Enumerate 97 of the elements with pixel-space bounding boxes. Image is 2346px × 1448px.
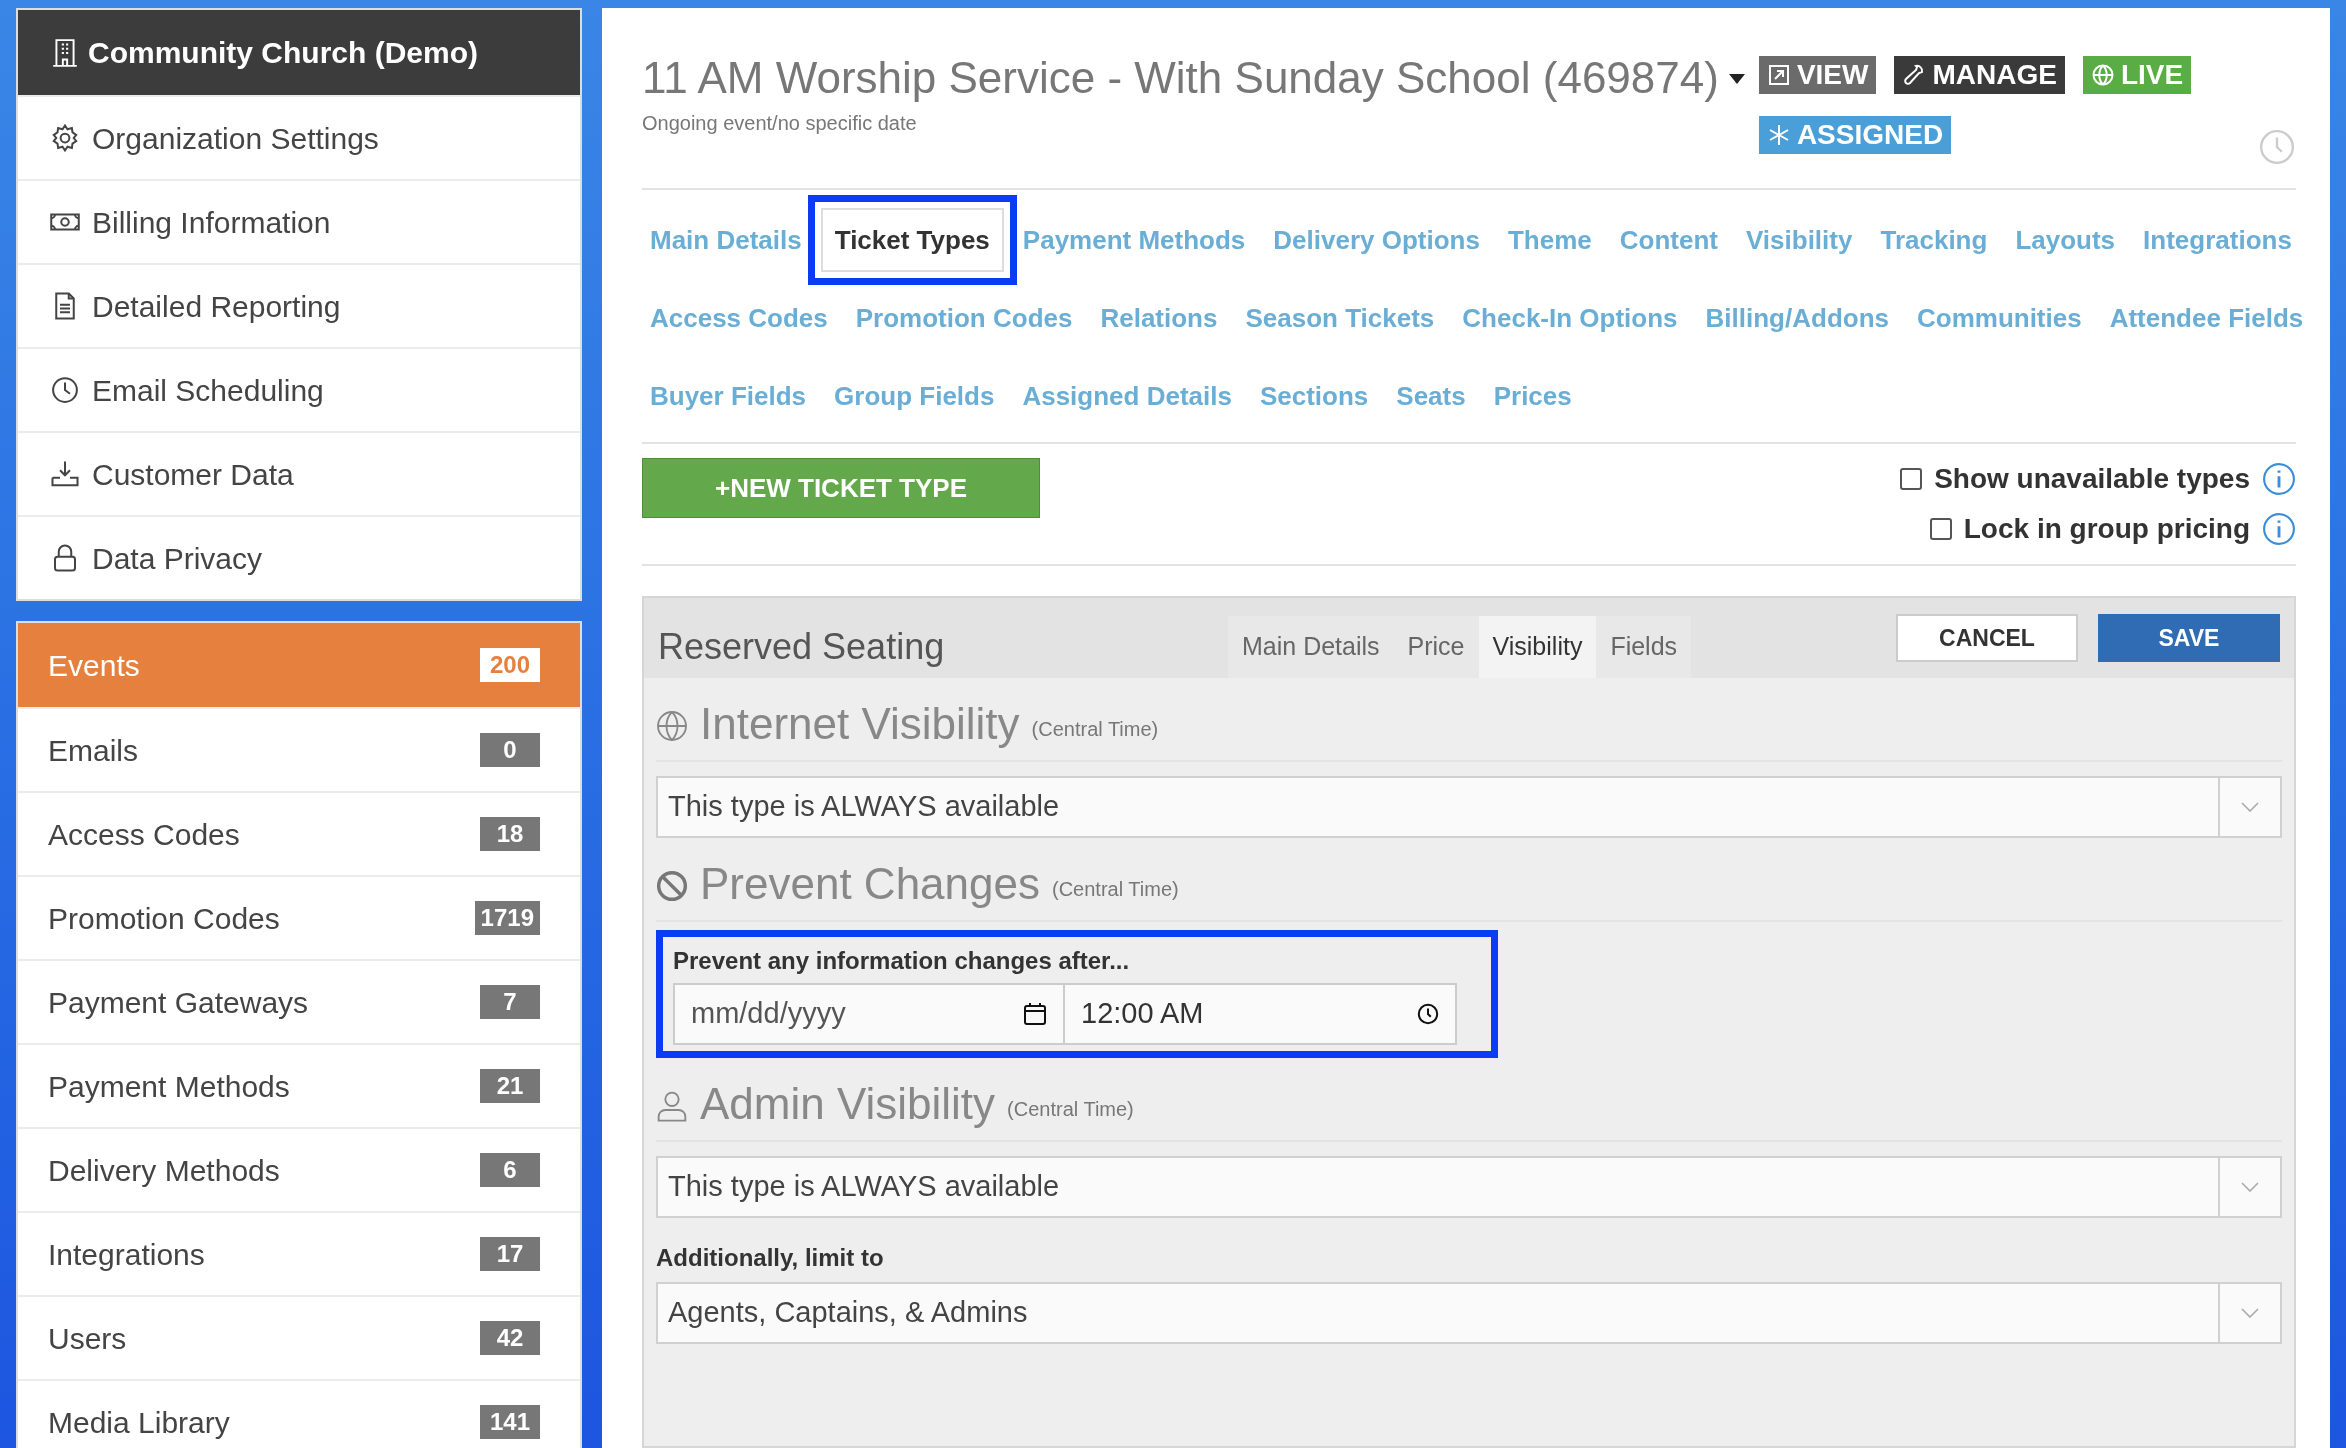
prohibited-icon (656, 870, 688, 902)
count-badge: 7 (480, 985, 540, 1019)
nav-item[interactable]: Events 200 (18, 623, 580, 707)
clock-icon (1417, 1003, 1439, 1025)
date-field[interactable]: mm/dd/yyyy (673, 983, 1065, 1045)
tab[interactable]: Payment Methods (1022, 220, 1246, 260)
status-badge: ASSIGNED (1758, 116, 1952, 154)
sidebar-item[interactable]: Email Scheduling (18, 347, 580, 431)
nav-label: Integrations (48, 1236, 205, 1273)
count-badge: 6 (480, 1153, 540, 1187)
field-label: Prevent any information changes after... (673, 946, 1131, 976)
tab[interactable]: Access Codes (650, 298, 828, 338)
timezone-note: (Central Time) (1031, 717, 1159, 742)
panel-tab[interactable]: Price (1393, 616, 1479, 678)
dropdown-field[interactable]: Agents, Captains, & Admins (656, 1282, 2282, 1344)
tab[interactable]: Season Tickets (1245, 298, 1435, 338)
tab[interactable]: Integrations (2143, 220, 2292, 260)
tab[interactable]: Ticket Types (820, 208, 1004, 272)
tab[interactable]: Attendee Fields (2109, 298, 2304, 338)
event-title: 11 AM Worship Service - With Sunday School (469874) (642, 52, 1719, 104)
timezone-note: (Central Time) (1007, 1097, 1134, 1122)
sidebar-item[interactable]: Data Privacy (18, 515, 580, 599)
count-badge: 17 (480, 1237, 540, 1271)
count-badge: 21 (480, 1069, 540, 1103)
save-button[interactable]: SAVE (2098, 614, 2280, 662)
tab[interactable]: Check-In Options (1462, 298, 1678, 338)
count-badge: 0 (480, 733, 540, 767)
tab[interactable]: Content (1619, 220, 1718, 260)
section-heading: Internet Visibility (700, 698, 1020, 750)
tab[interactable]: Delivery Options (1273, 220, 1480, 260)
info-icon[interactable] (2262, 462, 2296, 496)
nav-label: Delivery Methods (48, 1152, 280, 1189)
chevron-down-icon (2241, 802, 2259, 812)
globe-icon (2090, 63, 2115, 87)
building-icon (52, 37, 78, 68)
tab[interactable]: Prices (1493, 376, 1572, 416)
event-subtitle: Ongoing event/no specific date (642, 111, 918, 136)
count-badge: 42 (480, 1321, 540, 1355)
tab[interactable]: Promotion Codes (855, 298, 1073, 338)
tab[interactable]: Visibility (1746, 220, 1853, 260)
field-label: Additionally, limit to (656, 1243, 885, 1273)
dropdown-field[interactable]: This type is ALWAYS available (656, 1156, 2282, 1218)
tab[interactable]: Layouts (2015, 220, 2116, 260)
tab[interactable]: Seats (1396, 376, 1466, 416)
panel-tab[interactable]: Visibility (1478, 616, 1597, 678)
tab[interactable]: Buyer Fields (650, 376, 807, 416)
checkbox[interactable] (1929, 518, 1952, 540)
tab[interactable]: Main Details (650, 220, 802, 260)
cancel-button[interactable]: CANCEL (1896, 614, 2078, 662)
nav-label: Media Library (48, 1404, 230, 1441)
calendar-icon (1023, 1002, 1047, 1026)
new-ticket-type-button[interactable]: +NEW TICKET TYPE (642, 458, 1040, 518)
dropdown-caret-icon[interactable] (1728, 74, 1745, 84)
section-heading: Admin Visibility (700, 1078, 996, 1130)
nav-label: Payment Methods (48, 1068, 290, 1105)
panel-tab[interactable]: Fields (1596, 616, 1692, 678)
chevron-down-icon (2241, 1308, 2259, 1318)
external-link-icon (1766, 63, 1791, 87)
sidebar-item[interactable]: Detailed Reporting (18, 263, 580, 347)
section-heading: Prevent Changes (700, 858, 1040, 910)
sidebar-item[interactable]: Organization Settings (18, 95, 580, 179)
action-button[interactable]: LIVE (2082, 56, 2192, 94)
count-badge: 1719 (474, 901, 540, 935)
time-field[interactable]: 12:00 AM (1065, 983, 1457, 1045)
checkbox[interactable] (1900, 468, 1923, 490)
dropdown-field[interactable]: This type is ALWAYS available (656, 776, 2282, 838)
organization-name: Community Church (Demo) (88, 35, 478, 71)
tab[interactable]: Tracking (1880, 220, 1988, 260)
sidebar-item[interactable]: Billing Information (18, 179, 580, 263)
nav-label: Events (48, 647, 140, 684)
panel-tab[interactable]: Main Details (1228, 616, 1394, 678)
panel-title: Reserved Seating (658, 625, 946, 669)
nav-label: Access Codes (48, 816, 240, 853)
tab[interactable]: Sections (1259, 376, 1369, 416)
globe-icon (656, 710, 688, 742)
nav-label: Users (48, 1320, 127, 1357)
tab[interactable]: Assigned Details (1022, 376, 1232, 416)
nav-label: Payment Gateways (48, 984, 309, 1021)
tab[interactable]: Relations (1100, 298, 1218, 338)
tab[interactable]: Group Fields (834, 376, 995, 416)
timezone-note: (Central Time) (1052, 877, 1179, 902)
option-label: Show unavailable types (1934, 462, 2250, 496)
tab[interactable]: Billing/Addons (1705, 298, 1889, 338)
chevron-down-icon (2241, 1182, 2259, 1192)
count-badge: 200 (480, 648, 540, 682)
info-icon[interactable] (2262, 512, 2296, 546)
count-badge: 18 (480, 817, 540, 851)
tab[interactable]: Communities (1917, 298, 2082, 338)
option-label: Lock in group pricing (1963, 512, 2250, 546)
action-button[interactable]: MANAGE (1894, 56, 2065, 94)
tab[interactable]: Theme (1507, 220, 1592, 260)
action-button[interactable]: VIEW (1758, 56, 1877, 94)
nav-label: Emails (48, 732, 138, 769)
nav-label: Promotion Codes (48, 900, 280, 937)
sidebar-item[interactable]: Customer Data (18, 431, 580, 515)
person-icon (656, 1090, 688, 1122)
count-badge: 141 (480, 1405, 540, 1439)
